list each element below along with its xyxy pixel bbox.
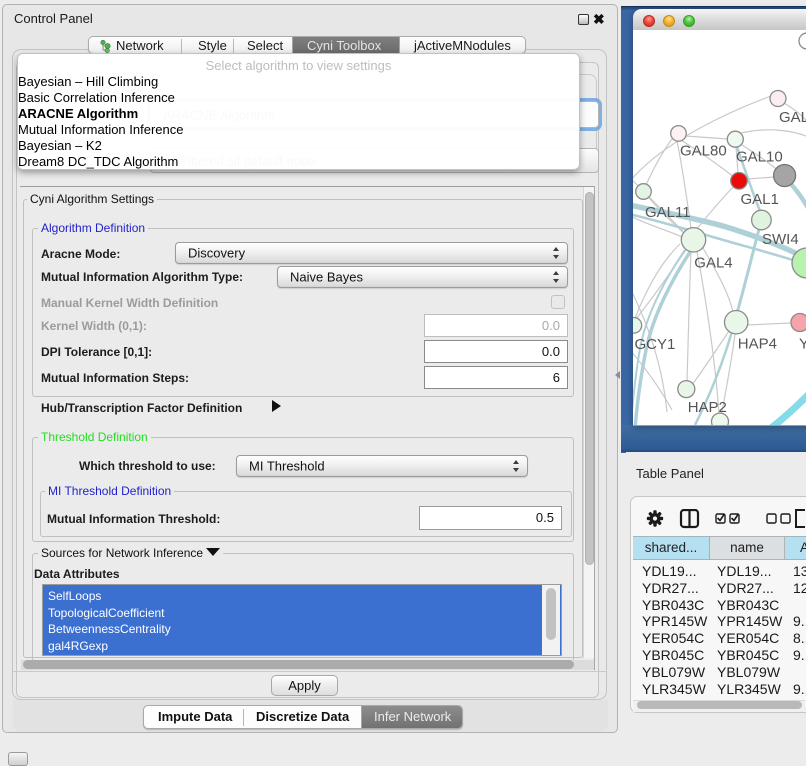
- svg-text:GAL10: GAL10: [736, 149, 783, 166]
- svg-text:GAL1: GAL1: [741, 191, 779, 208]
- svg-text:SWI4: SWI4: [762, 231, 799, 248]
- svg-text:GCY1: GCY1: [635, 336, 676, 353]
- svg-text:GAL4: GAL4: [694, 255, 732, 272]
- svg-text:GAL80: GAL80: [680, 143, 727, 160]
- svg-text:GAL11: GAL11: [645, 204, 691, 221]
- svg-text:HAP4: HAP4: [738, 336, 777, 353]
- svg-text:GAL7: GAL7: [779, 109, 806, 126]
- svg-text:HAP2: HAP2: [688, 399, 727, 416]
- svg-text:Y: Y: [799, 336, 806, 353]
